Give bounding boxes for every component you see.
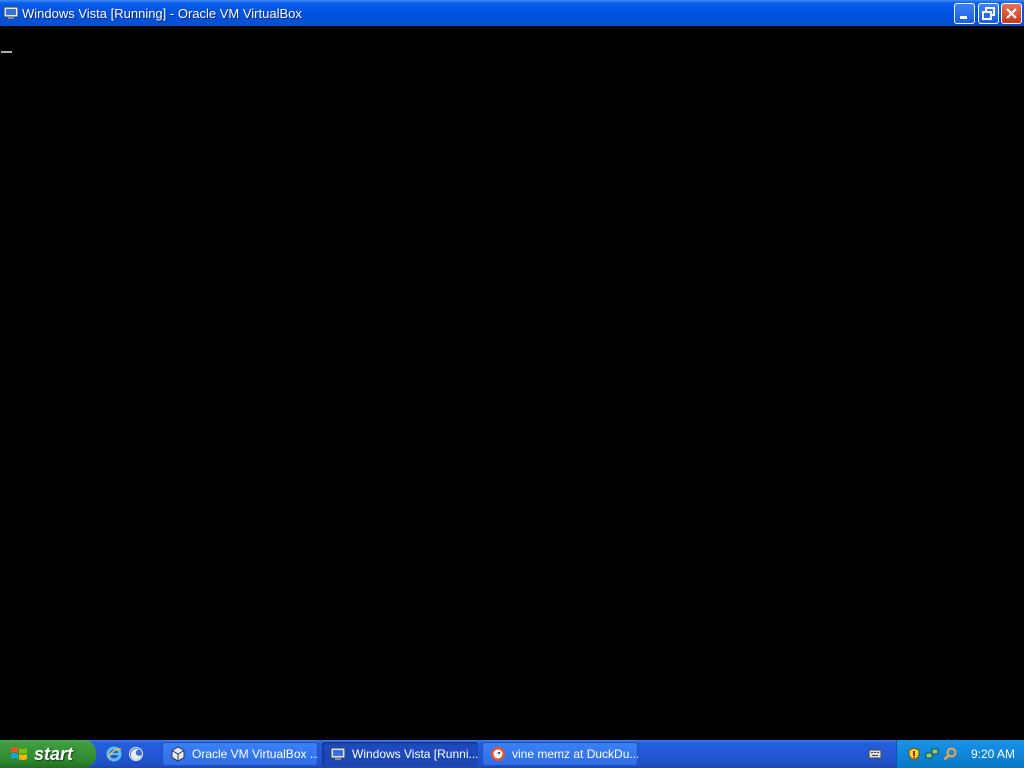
minimize-button[interactable]	[954, 3, 975, 24]
virtualbox-icon	[170, 746, 186, 762]
minimize-icon	[960, 16, 967, 19]
virtualbox-vm-icon	[3, 5, 19, 21]
text-cursor	[1, 51, 12, 53]
taskbar: start Oracle VM VirtualBox ... Windows V…	[0, 740, 1024, 768]
keyboard-language-icon[interactable]	[868, 747, 882, 761]
start-button[interactable]: start	[0, 740, 96, 768]
task-label: Windows Vista [Runni...	[352, 747, 478, 761]
security-shield-icon[interactable]	[907, 747, 921, 761]
taskbar-item-virtualbox-manager[interactable]: Oracle VM VirtualBox ...	[162, 742, 318, 766]
vm-display[interactable]	[0, 26, 1024, 740]
duckduckgo-icon	[490, 746, 506, 762]
quick-launch	[106, 740, 144, 768]
system-tray: 9:20 AM	[896, 740, 1024, 768]
task-label: vine memz at DuckDu...	[512, 747, 638, 761]
restore-button[interactable]	[978, 3, 999, 24]
task-label: Oracle VM VirtualBox ...	[192, 747, 318, 761]
clock: 9:20 AM	[971, 747, 1016, 761]
virtualbox-vm-icon	[330, 746, 346, 762]
windows-logo-icon	[10, 745, 28, 763]
window-titlebar[interactable]: Windows Vista [Running] - Oracle VM Virt…	[0, 0, 1024, 26]
network-icon[interactable]	[925, 747, 939, 761]
window-title: Windows Vista [Running] - Oracle VM Virt…	[22, 5, 302, 21]
taskbar-item-duckduckgo[interactable]: vine memz at DuckDu...	[482, 742, 638, 766]
close-button[interactable]	[1001, 3, 1022, 24]
internet-explorer-icon[interactable]	[106, 746, 122, 762]
taskbar-item-windows-vista-vm[interactable]: Windows Vista [Runni...	[322, 742, 478, 766]
close-icon	[1006, 8, 1017, 19]
start-label: start	[34, 743, 74, 764]
search-icon[interactable]	[943, 747, 957, 761]
restore-icon	[982, 7, 995, 20]
firefox-icon[interactable]	[128, 746, 144, 762]
